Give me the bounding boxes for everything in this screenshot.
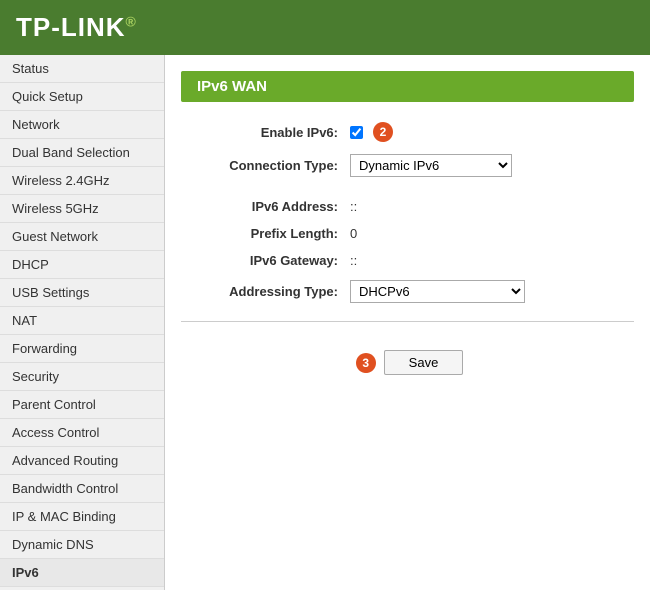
sidebar-item-access-control[interactable]: Access Control: [0, 419, 164, 447]
ipv6-gateway-value: ::: [350, 253, 357, 268]
header: TP-LINK®: [0, 0, 650, 55]
layout: StatusQuick SetupNetworkDual Band Select…: [0, 55, 650, 590]
connection-type-value: Dynamic IPv6Static IPv6PPPoEv6Tunnel 6to…: [350, 154, 512, 177]
sidebar: StatusQuick SetupNetworkDual Band Select…: [0, 55, 165, 590]
connection-type-select[interactable]: Dynamic IPv6Static IPv6PPPoEv6Tunnel 6to…: [350, 154, 512, 177]
addressing-type-label: Addressing Type:: [195, 284, 350, 299]
sidebar-item-status[interactable]: Status: [0, 55, 164, 83]
prefix-length-value: 0: [350, 226, 357, 241]
sidebar-item-security[interactable]: Security: [0, 363, 164, 391]
sidebar-item-network[interactable]: Network: [0, 111, 164, 139]
sidebar-item-usb-settings[interactable]: USB Settings: [0, 279, 164, 307]
ipv6-gateway-row: IPv6 Gateway: ::: [195, 253, 620, 268]
sidebar-item-forwarding[interactable]: Forwarding: [0, 335, 164, 363]
divider: [181, 321, 634, 322]
connection-type-row: Connection Type: Dynamic IPv6Static IPv6…: [195, 154, 620, 177]
sidebar-item-advanced-routing[interactable]: Advanced Routing: [0, 447, 164, 475]
ipv6-gateway-label: IPv6 Gateway:: [195, 253, 350, 268]
sidebar-item-wireless-5[interactable]: Wireless 5GHz: [0, 195, 164, 223]
sidebar-item-ipv6[interactable]: IPv6: [0, 559, 164, 587]
section-title: IPv6 WAN: [181, 71, 634, 102]
sidebar-item-dhcp[interactable]: DHCP: [0, 251, 164, 279]
logo: TP-LINK®: [16, 12, 137, 43]
addressing-type-row: Addressing Type: DHCPv6SLAAC+RDNSSSLAAC+…: [195, 280, 620, 303]
badge-2: 2: [373, 122, 393, 142]
ipv6-address-label: IPv6 Address:: [195, 199, 350, 214]
enable-ipv6-label: Enable IPv6:: [195, 125, 350, 140]
enable-ipv6-row: Enable IPv6: 2: [195, 122, 620, 142]
connection-type-label: Connection Type:: [195, 158, 350, 173]
sidebar-item-bandwidth-control[interactable]: Bandwidth Control: [0, 475, 164, 503]
save-button[interactable]: Save: [384, 350, 464, 375]
addressing-type-select[interactable]: DHCPv6SLAAC+RDNSSSLAAC+Stateless DHCP: [350, 280, 525, 303]
form-area: Enable IPv6: 2 Connection Type: Dynamic …: [165, 122, 650, 303]
enable-ipv6-value: 2: [350, 122, 393, 142]
badge-3: 3: [356, 353, 376, 373]
sidebar-item-dual-band[interactable]: Dual Band Selection: [0, 139, 164, 167]
sidebar-item-parent-control[interactable]: Parent Control: [0, 391, 164, 419]
save-area: 3 Save: [165, 340, 650, 385]
enable-ipv6-checkbox[interactable]: [350, 126, 363, 139]
ipv6-address-row: IPv6 Address: ::: [195, 199, 620, 214]
sidebar-item-wireless-24[interactable]: Wireless 2.4GHz: [0, 167, 164, 195]
sidebar-item-guest-network[interactable]: Guest Network: [0, 223, 164, 251]
prefix-length-label: Prefix Length:: [195, 226, 350, 241]
addressing-type-value: DHCPv6SLAAC+RDNSSSLAAC+Stateless DHCP: [350, 280, 525, 303]
ipv6-address-value: ::: [350, 199, 357, 214]
sidebar-item-ip-mac-binding[interactable]: IP & MAC Binding: [0, 503, 164, 531]
sidebar-item-nat[interactable]: NAT: [0, 307, 164, 335]
sidebar-item-dynamic-dns[interactable]: Dynamic DNS: [0, 531, 164, 559]
main-content: IPv6 WAN Enable IPv6: 2 Connection Type:…: [165, 55, 650, 590]
sidebar-item-quick-setup[interactable]: Quick Setup: [0, 83, 164, 111]
prefix-length-row: Prefix Length: 0: [195, 226, 620, 241]
